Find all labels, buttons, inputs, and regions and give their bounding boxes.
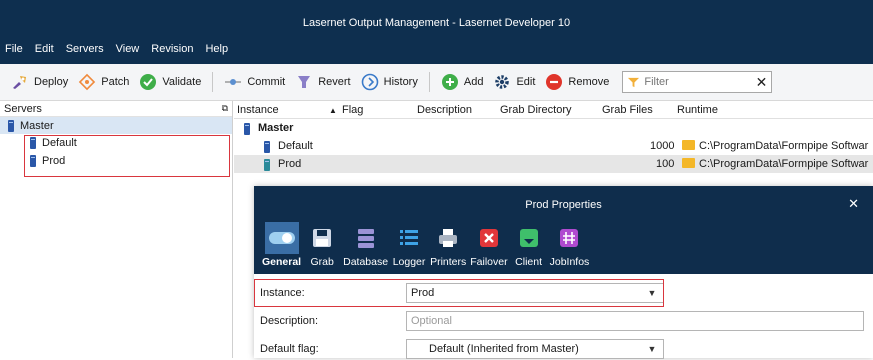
category-bar: General Grab Database Logger Printers Fa… xyxy=(262,222,593,268)
folder-icon xyxy=(682,158,695,168)
table-group-row[interactable]: Master xyxy=(234,119,873,137)
commit-button[interactable]: Commit xyxy=(219,69,290,95)
toolbar-separator xyxy=(428,72,430,92)
menu-edit[interactable]: Edit xyxy=(34,43,55,55)
table-row[interactable]: Default 1000 C:\ProgramData\Formpipe Sof… xyxy=(234,137,873,155)
cell-grab-files: 1000 xyxy=(650,140,675,152)
default-flag-select[interactable]: Default (Inherited from Master) ▼ xyxy=(406,339,664,359)
validate-button[interactable]: Validate xyxy=(134,69,206,95)
deploy-icon xyxy=(13,76,26,89)
gear-icon xyxy=(495,75,510,89)
database-icon xyxy=(357,229,374,248)
list-icon xyxy=(400,230,419,245)
server-icon xyxy=(264,141,270,153)
patch-icon xyxy=(79,73,96,91)
filter-input[interactable] xyxy=(644,76,756,88)
patch-button[interactable]: Patch xyxy=(73,69,134,95)
sort-up-icon: ▲ xyxy=(329,106,337,115)
tab-general[interactable]: General xyxy=(262,222,301,268)
server-icon xyxy=(8,119,14,132)
menu-help[interactable]: Help xyxy=(204,43,229,55)
tab-database[interactable]: Database xyxy=(343,222,388,268)
add-button[interactable]: Add xyxy=(436,69,489,95)
menu-view[interactable]: View xyxy=(115,43,141,55)
table-header: Instance ▲ Flag Description Grab Directo… xyxy=(234,101,873,119)
folder-icon xyxy=(682,140,695,150)
server-icon xyxy=(264,159,270,171)
group-label: Master xyxy=(258,122,294,134)
col-description[interactable]: Description xyxy=(417,104,472,116)
cell-runtime: C:\ProgramData\Formpipe Softwar xyxy=(682,140,868,152)
highlight-box xyxy=(254,279,664,307)
filter-box[interactable]: ✕ xyxy=(622,71,773,93)
tree-item-label: Master xyxy=(20,119,54,132)
remove-icon xyxy=(546,74,563,90)
default-flag-row: Default flag: Default (Inherited from Ma… xyxy=(258,338,869,360)
tab-printers[interactable]: Printers xyxy=(430,222,466,268)
dialog-header: Prod Properties ✕ General Grab Database … xyxy=(254,186,873,274)
history-icon xyxy=(361,73,378,91)
tab-client[interactable]: Client xyxy=(512,222,546,268)
dialog-title: Prod Properties xyxy=(525,199,602,211)
default-flag-label: Default flag: xyxy=(260,343,319,355)
commit-icon xyxy=(225,79,242,85)
client-icon xyxy=(519,229,538,247)
toolbar-separator xyxy=(212,72,214,92)
menu-file[interactable]: File xyxy=(4,43,24,55)
tab-logger[interactable]: Logger xyxy=(392,222,426,268)
cell-grab-files: 100 xyxy=(656,158,675,170)
col-grab-files[interactable]: Grab Files xyxy=(602,104,653,116)
title-bar: Lasernet Output Management - Lasernet De… xyxy=(0,0,873,64)
tab-jobinfos[interactable]: JobInfos xyxy=(550,222,589,268)
servers-panel-title: Servers xyxy=(4,102,42,115)
highlight-box xyxy=(24,135,230,177)
properties-dialog: Prod Properties ✕ General Grab Database … xyxy=(254,186,873,360)
chevron-down-icon: ▼ xyxy=(647,344,657,354)
hash-icon xyxy=(560,229,579,247)
filter-icon xyxy=(628,77,640,87)
save-icon xyxy=(313,229,332,247)
description-input[interactable]: Optional xyxy=(406,311,864,331)
menu-servers[interactable]: Servers xyxy=(65,43,105,55)
menu-revision[interactable]: Revision xyxy=(150,43,194,55)
col-runtime[interactable]: Runtime xyxy=(677,104,718,116)
check-circle-icon xyxy=(140,74,157,90)
servers-panel: Servers ⧉ Master Default Prod xyxy=(0,101,233,358)
toggle-icon xyxy=(268,232,295,244)
description-row: Description: Optional xyxy=(258,310,869,332)
pin-icon[interactable]: ⧉ xyxy=(222,103,228,114)
servers-panel-header: Servers ⧉ xyxy=(0,101,232,117)
deploy-button[interactable]: Deploy xyxy=(6,69,73,95)
edit-button[interactable]: Edit xyxy=(488,69,540,95)
table-row[interactable]: Prod 100 C:\ProgramData\Formpipe Softwar xyxy=(234,155,873,173)
revert-icon xyxy=(298,76,311,88)
printer-icon xyxy=(439,229,458,247)
history-button[interactable]: History xyxy=(356,69,423,95)
toolbar: Deploy Patch Validate Commit Revert Hist… xyxy=(0,64,873,101)
cell-instance: Default xyxy=(278,140,313,152)
tab-grab[interactable]: Grab xyxy=(305,222,339,268)
close-icon[interactable]: ✕ xyxy=(848,196,859,212)
col-instance[interactable]: Instance xyxy=(237,104,279,116)
remove-button[interactable]: Remove xyxy=(540,69,614,95)
cell-runtime: C:\ProgramData\Formpipe Softwar xyxy=(682,158,868,170)
tab-failover[interactable]: Failover xyxy=(470,222,508,268)
description-label: Description: xyxy=(260,315,319,327)
clear-filter-icon[interactable]: ✕ xyxy=(756,74,768,91)
revert-button[interactable]: Revert xyxy=(290,69,355,95)
menu-bar: File Edit Servers View Revision Help xyxy=(4,43,229,55)
failover-icon xyxy=(479,229,498,247)
cell-instance: Prod xyxy=(278,158,302,170)
col-flag[interactable]: Flag xyxy=(342,104,363,116)
col-grab-directory[interactable]: Grab Directory xyxy=(500,104,572,116)
window-title: Lasernet Output Management - Lasernet De… xyxy=(302,17,571,29)
tree-item-master[interactable]: Master xyxy=(0,117,232,134)
server-icon xyxy=(244,123,250,135)
add-icon xyxy=(441,74,458,90)
